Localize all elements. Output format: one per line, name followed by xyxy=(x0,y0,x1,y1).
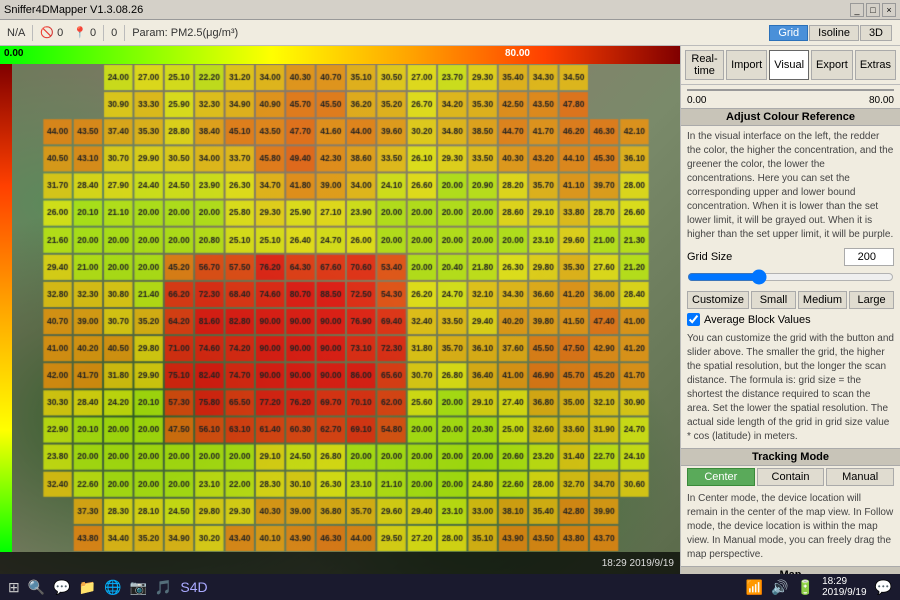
small-button[interactable]: Small xyxy=(751,291,796,309)
titlebar: Sniffer4DMapper V1.3.08.26 _ □ × xyxy=(0,0,900,20)
left-colorbar xyxy=(0,64,12,552)
panel-scale-max: 80.00 xyxy=(869,95,894,106)
extras-button[interactable]: Extras xyxy=(855,50,896,80)
maximize-button[interactable]: □ xyxy=(866,3,880,17)
grid-size-slider-row xyxy=(681,268,900,289)
taskbar-app2[interactable]: 🎵 xyxy=(155,579,172,596)
grid-description: You can customize the grid with the butt… xyxy=(681,328,900,448)
taskbar-time: 18:292019/9/19 xyxy=(822,576,867,598)
manual-button[interactable]: Manual xyxy=(826,468,894,486)
bottom-taskbar: ⊞ 🔍 💬 📁 🌐 📷 🎵 S4D 📶 🔊 🔋 18:292019/9/19 💬 xyxy=(0,574,900,600)
grid-size-slider[interactable] xyxy=(687,270,894,284)
panel-scale-min: 0.00 xyxy=(687,95,706,106)
import-button[interactable]: Import xyxy=(726,50,767,80)
3d-view-button[interactable]: 3D xyxy=(860,25,892,41)
color-scale-bar xyxy=(0,46,680,64)
toolbar-separator-3 xyxy=(124,25,125,41)
taskbar-action-center[interactable]: 💬 xyxy=(875,579,892,596)
adjust-colour-header: Adjust Colour Reference xyxy=(681,108,900,126)
large-button[interactable]: Large xyxy=(849,291,894,309)
adjust-colour-description: In the visual interface on the left, the… xyxy=(681,126,900,246)
tracking-mode-description: In Center mode, the device location will… xyxy=(681,488,900,566)
grid-size-buttons: Customize Small Medium Large xyxy=(681,289,900,311)
taskbar-start[interactable]: ⊞ xyxy=(8,579,20,596)
taskbar-search[interactable]: 🔍 xyxy=(28,579,45,596)
app-title: Sniffer4DMapper V1.3.08.26 xyxy=(4,4,143,16)
window-controls[interactable]: _ □ × xyxy=(850,3,896,17)
customize-button[interactable]: Customize xyxy=(687,291,749,309)
top-nav: Real-time Import Visual Export Extras xyxy=(681,46,900,85)
center-button[interactable]: Center xyxy=(687,468,755,486)
taskbar-cortana[interactable]: 💬 xyxy=(53,579,70,596)
toolbar-na[interactable]: N/A xyxy=(4,27,28,39)
tracking-mode-header: Tracking Mode xyxy=(681,448,900,466)
grid-size-label: Grid Size xyxy=(687,251,732,263)
toolbar-separator-1 xyxy=(32,25,33,41)
average-block-row: Average Block Values xyxy=(681,311,900,328)
grid-view-button[interactable]: Grid xyxy=(769,25,808,41)
isoline-view-button[interactable]: Isoline xyxy=(809,25,859,41)
export-button[interactable]: Export xyxy=(811,50,853,80)
map-area[interactable]: 0.00 80.00 18:29 2019/9/19 xyxy=(0,46,680,574)
map-section-header: Map xyxy=(681,566,900,574)
map-statusbar: 18:29 2019/9/19 xyxy=(0,552,680,574)
taskbar-app1[interactable]: 📷 xyxy=(129,579,146,596)
tracking-mode-buttons: Center Contain Manual xyxy=(681,466,900,488)
taskbar-edge[interactable]: 🌐 xyxy=(104,579,121,596)
grid-size-input[interactable] xyxy=(844,248,894,266)
grid-size-row: Grid Size xyxy=(681,246,900,268)
taskbar-explorer[interactable]: 📁 xyxy=(79,579,96,596)
toolbar-zero-alt[interactable]: 0 xyxy=(108,27,120,39)
scale-min-label: 0.00 xyxy=(4,48,23,59)
right-panel: Real-time Import Visual Export Extras 0.… xyxy=(680,46,900,574)
taskbar-network[interactable]: 📶 xyxy=(746,579,763,596)
toolbar-icon2[interactable]: 📍 0 xyxy=(70,26,99,39)
minimize-button[interactable]: _ xyxy=(850,3,864,17)
close-button[interactable]: × xyxy=(882,3,896,17)
contain-button[interactable]: Contain xyxy=(757,468,825,486)
toolbar-icon1[interactable]: 🚫 0 xyxy=(37,26,66,39)
taskbar-battery[interactable]: 🔋 xyxy=(797,579,814,596)
panel-scale-labels: 0.00 80.00 xyxy=(681,95,900,106)
taskbar-sniffer[interactable]: S4D xyxy=(180,579,207,595)
toolbar: N/A 🚫 0 📍 0 0 Param: PM2.5(μg/m³) Grid I… xyxy=(0,20,900,46)
panel-color-gradient xyxy=(687,89,894,91)
medium-button[interactable]: Medium xyxy=(798,291,847,309)
visual-button[interactable]: Visual xyxy=(769,50,809,80)
taskbar-icons-right: 📶 🔊 🔋 18:292019/9/19 💬 xyxy=(746,576,892,598)
realtime-button[interactable]: Real-time xyxy=(685,50,724,80)
map-background xyxy=(0,46,680,574)
taskbar-icons-left: ⊞ 🔍 💬 📁 🌐 📷 🎵 S4D xyxy=(8,579,208,596)
scale-max-label: 80.00 xyxy=(505,48,530,59)
main-content: 0.00 80.00 18:29 2019/9/19 Real-time Imp… xyxy=(0,46,900,574)
average-block-checkbox[interactable] xyxy=(687,313,700,326)
taskbar-volume[interactable]: 🔊 xyxy=(771,579,788,596)
toolbar-param: Param: PM2.5(μg/m³) xyxy=(129,27,241,39)
toolbar-separator-2 xyxy=(103,25,104,41)
average-block-label: Average Block Values xyxy=(704,314,811,326)
statusbar-right: 18:29 2019/9/19 xyxy=(602,558,674,569)
